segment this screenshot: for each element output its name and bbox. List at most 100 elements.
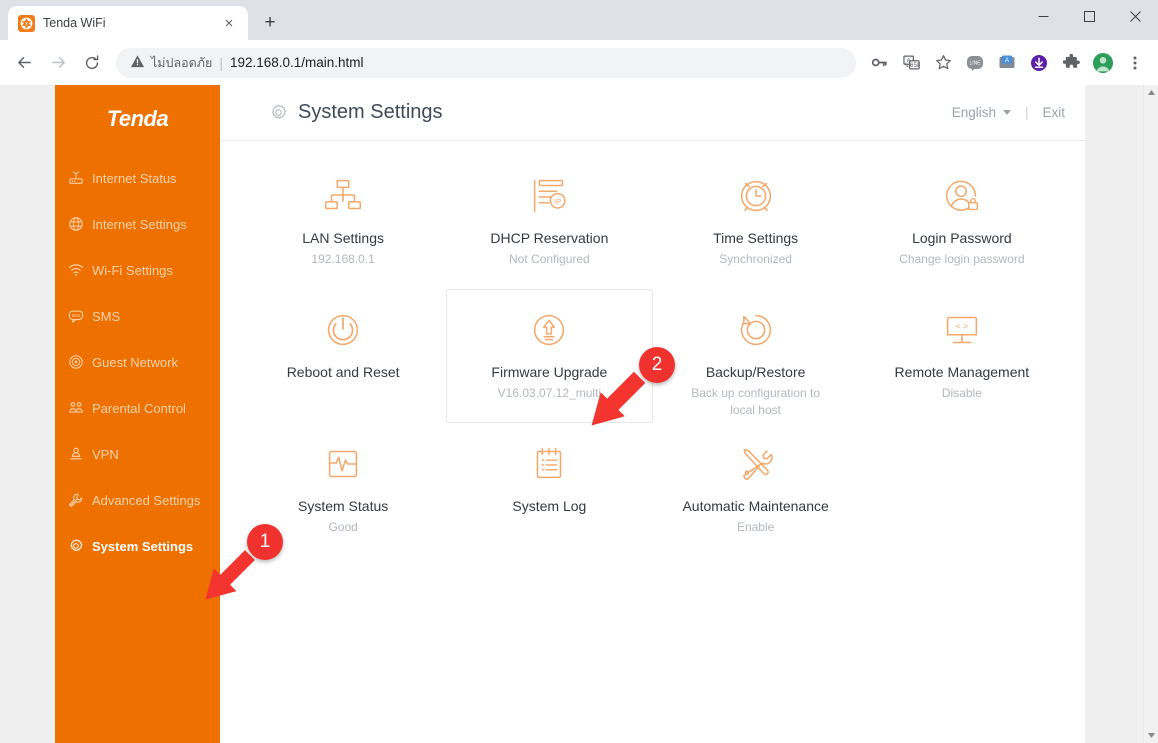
user-lock-icon	[934, 168, 990, 224]
maximize-button[interactable]	[1066, 0, 1112, 32]
sidebar-item-sms[interactable]: SMS SMS	[55, 293, 220, 339]
puzzle-extensions-icon[interactable]	[1056, 48, 1086, 78]
browser-tab[interactable]: T Tenda WiFi ×	[8, 6, 248, 40]
key-icon[interactable]	[864, 48, 894, 78]
tile-time-settings[interactable]: Time Settings Synchronized	[653, 155, 859, 289]
scroll-down-arrow-icon[interactable]	[1144, 728, 1158, 743]
tenda-router-page: Tenda Internet Status Internet Settings	[0, 85, 1143, 743]
close-button[interactable]	[1112, 0, 1158, 32]
svg-text:LINE: LINE	[969, 60, 981, 66]
tile-subtitle: Not Configured	[509, 252, 590, 266]
new-tab-button[interactable]: +	[256, 9, 284, 37]
parental-control-icon	[68, 400, 84, 416]
page-title: System Settings	[298, 101, 443, 123]
download-icon[interactable]	[1024, 48, 1054, 78]
forward-arrow-icon	[42, 47, 74, 79]
vpn-icon	[68, 446, 84, 462]
sidebar-item-label: Wi-Fi Settings	[92, 262, 173, 278]
gear-icon	[268, 103, 288, 123]
tile-label: Backup/Restore	[705, 364, 806, 380]
exit-button[interactable]: Exit	[1042, 105, 1065, 120]
svg-text:IP: IP	[554, 197, 561, 206]
svg-text:\u6587: \u6587	[904, 62, 919, 69]
language-selector[interactable]: English	[952, 105, 1011, 120]
bookmark-star-icon[interactable]	[928, 48, 958, 78]
sidebar-item-label: Advanced Settings	[92, 492, 201, 508]
tile-automatic-maintenance[interactable]: Automatic Maintenance Enable	[653, 423, 859, 557]
gear-icon	[68, 538, 84, 554]
sidebar-item-vpn[interactable]: VPN	[55, 431, 220, 477]
sidebar-item-internet-settings[interactable]: Internet Settings	[55, 201, 220, 247]
toolbar-icons: A \u6587 LINE A	[864, 48, 1150, 78]
line-chat-icon[interactable]: LINE	[960, 48, 990, 78]
tile-label: System Status	[297, 498, 389, 514]
sidebar-item-label: Guest Network	[92, 354, 178, 370]
back-arrow-icon[interactable]	[8, 47, 40, 79]
translate-icon[interactable]: A \u6587	[896, 48, 926, 78]
tile-backup-restore[interactable]: Backup/Restore Back up configuration to …	[653, 289, 859, 423]
security-label: ไม่ปลอดภัย	[151, 55, 213, 70]
sidebar-item-label: System Settings	[92, 538, 194, 554]
lan-topology-icon	[315, 168, 371, 224]
page-header: System Settings English | Exit	[220, 85, 1085, 141]
tile-label: Time Settings	[713, 230, 799, 246]
app-extension-icon[interactable]: A	[992, 48, 1022, 78]
kebab-menu-icon[interactable]	[1120, 48, 1150, 78]
guest-network-icon	[68, 354, 84, 370]
wrench-icon	[68, 492, 84, 508]
tile-label: Automatic Maintenance	[682, 498, 829, 514]
tile-label: DHCP Reservation	[490, 230, 609, 246]
tile-lan-settings[interactable]: LAN Settings 192.168.0.1	[240, 155, 446, 289]
tile-remote-management[interactable]: < > Remote Management Disable	[859, 289, 1065, 423]
sidebar-item-label: Internet Status	[92, 170, 177, 186]
tenda-logo: Tenda	[55, 85, 220, 145]
restore-circular-arrow-icon	[728, 302, 784, 358]
reload-icon[interactable]	[76, 47, 108, 79]
sidebar-item-label: Parental Control	[92, 400, 186, 416]
header-actions: English | Exit	[952, 105, 1065, 120]
tile-dhcp-reservation[interactable]: IP DHCP Reservation Not Configured	[446, 155, 652, 289]
tile-subtitle: Synchronized	[719, 252, 792, 266]
titlebar: T Tenda WiFi × +	[0, 0, 1158, 40]
dhcp-ip-list-icon: IP	[521, 168, 577, 224]
clipboard-list-icon	[521, 436, 577, 492]
sidebar-item-wifi-settings[interactable]: Wi-Fi Settings	[55, 247, 220, 293]
sidebar-item-advanced-settings[interactable]: Advanced Settings	[55, 477, 220, 523]
address-bar[interactable]: ไม่ปลอดภัย | 192.168.0.1/main.html	[116, 47, 856, 78]
sidebar-item-parental-control[interactable]: Parental Control	[55, 385, 220, 431]
sidebar-item-guest-network[interactable]: Guest Network	[55, 339, 220, 385]
svg-text:< >: < >	[956, 321, 968, 331]
page-viewport: Tenda Internet Status Internet Settings	[0, 85, 1158, 743]
tile-reboot-and-reset[interactable]: Reboot and Reset	[240, 289, 446, 423]
tile-login-password[interactable]: Login Password Change login password	[859, 155, 1065, 289]
tools-wrench-screwdriver-icon	[728, 436, 784, 492]
upload-upgrade-icon	[521, 302, 577, 358]
omnibox-separator: |	[219, 54, 223, 71]
warning-triangle-icon	[130, 54, 145, 72]
tile-label: Login Password	[912, 230, 1012, 246]
sms-icon: SMS	[68, 308, 84, 324]
sidebar-item-internet-status[interactable]: Internet Status	[55, 155, 220, 201]
tile-subtitle: Change login password	[899, 252, 1025, 266]
annotation-badge-1: 1	[247, 524, 283, 560]
page-scrollbar[interactable]	[1143, 85, 1158, 743]
profile-avatar-icon[interactable]	[1088, 48, 1118, 78]
svg-text:SMS: SMS	[72, 313, 81, 318]
clock-icon	[728, 168, 784, 224]
tab-close-icon[interactable]: ×	[220, 14, 238, 32]
tenda-favicon-icon: T	[18, 14, 35, 32]
tabstrip: T Tenda WiFi × +	[0, 0, 284, 40]
heartbeat-monitor-icon	[315, 436, 371, 492]
wifi-icon	[68, 262, 84, 278]
power-icon	[315, 302, 371, 358]
tile-subtitle: Disable	[941, 386, 982, 400]
language-label: English	[951, 105, 996, 120]
globe-icon	[68, 216, 84, 232]
sidebar-item-label: Internet Settings	[92, 216, 187, 232]
tile-label: LAN Settings	[302, 230, 384, 246]
url-text[interactable]: 192.168.0.1/main.html	[230, 55, 846, 70]
browser-toolbar: ไม่ปลอดภัย | 192.168.0.1/main.html A \u6…	[0, 40, 1158, 85]
minimize-button[interactable]	[1020, 0, 1066, 32]
scroll-up-arrow-icon[interactable]	[1144, 85, 1158, 100]
tile-system-log[interactable]: System Log	[446, 423, 652, 557]
